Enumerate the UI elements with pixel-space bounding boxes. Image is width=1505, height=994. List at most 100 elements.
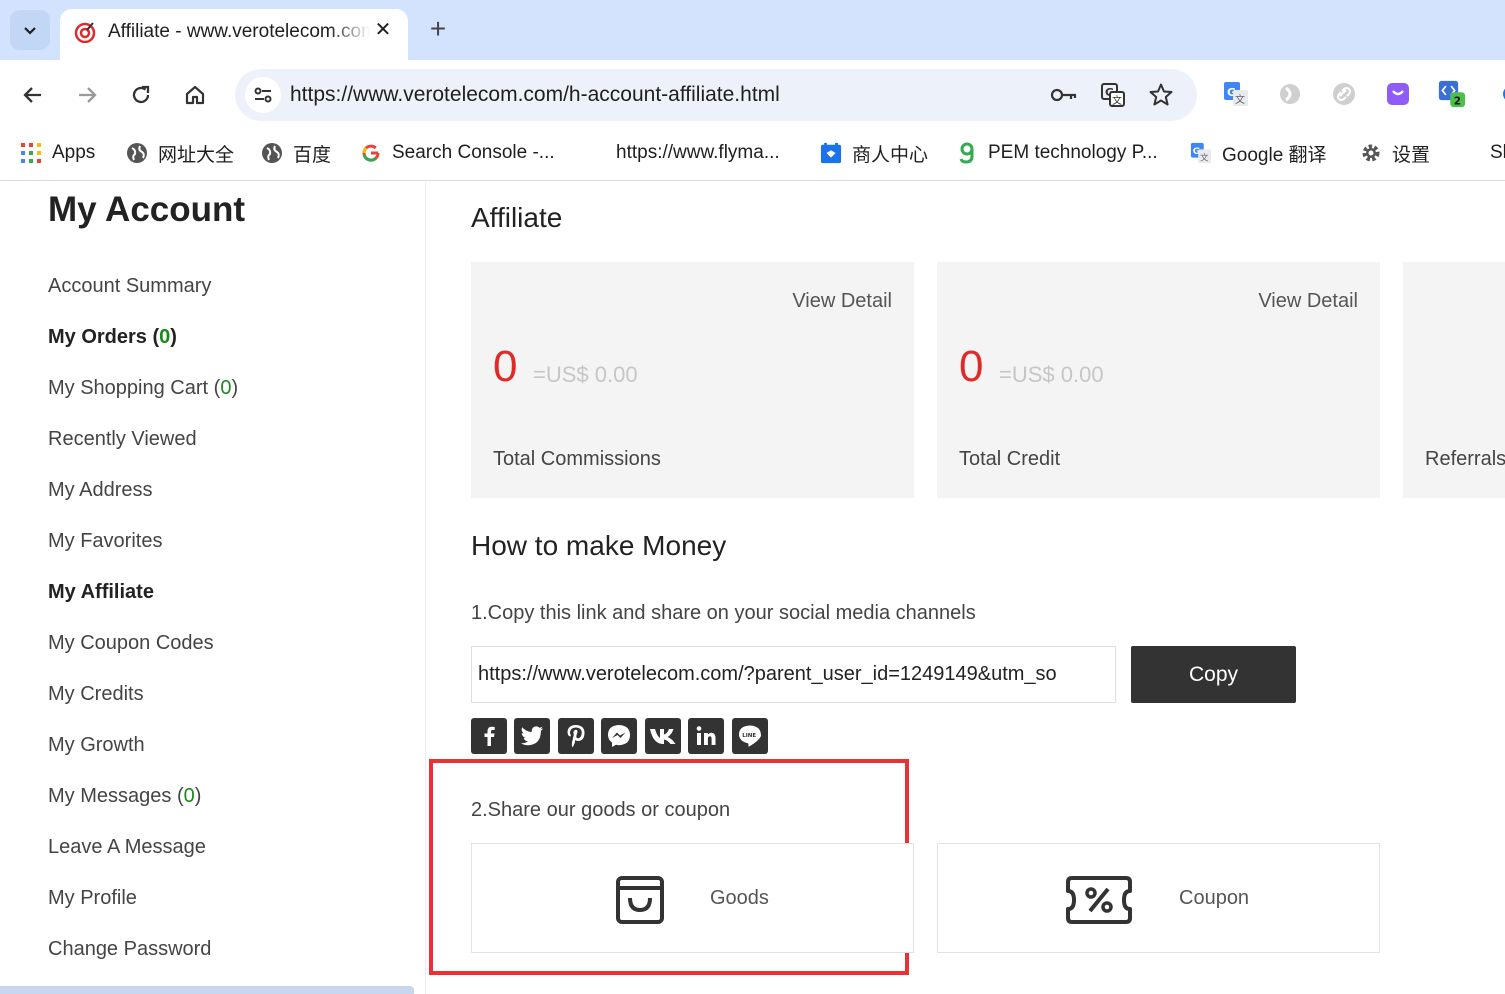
password-key-icon[interactable] [1050, 81, 1078, 109]
url-text[interactable]: https://www.verotelecom.com/h-account-af… [290, 83, 780, 107]
browser-toolbar: https://www.verotelecom.com/h-account-af… [0, 60, 1505, 130]
commissions-view-detail-link[interactable]: View Detail [792, 290, 892, 313]
copy-button[interactable]: Copy [1131, 646, 1296, 703]
bookmark-google-translate[interactable]: G文 Google 翻译 [1190, 140, 1327, 166]
share-coupon-card[interactable]: Coupon [937, 843, 1380, 953]
forward-arrow-icon [79, 87, 97, 103]
orders-count: 0 [159, 326, 171, 348]
reload-icon [132, 85, 150, 104]
merchant-icon [820, 142, 842, 164]
extension-partial-icon[interactable] [1492, 80, 1505, 108]
messenger-icon [608, 725, 630, 747]
home-icon [185, 85, 205, 105]
bookmark-search-console[interactable]: Search Console -... [360, 140, 555, 166]
bookmark-star-icon[interactable] [1147, 81, 1175, 109]
sidebar-item-my-affiliate[interactable]: My Affiliate [48, 580, 154, 604]
sidebar-item-my-growth[interactable]: My Growth [48, 733, 145, 757]
twitter-icon [521, 726, 543, 746]
bookmark-baidu[interactable]: 百度 [261, 140, 331, 166]
reload-button[interactable] [124, 78, 158, 112]
how-to-make-money-title: How to make Money [471, 530, 727, 561]
account-sidebar: My Account Account Summary My Orders (0)… [0, 182, 426, 994]
sidebar-item-my-address[interactable]: My Address [48, 478, 152, 502]
sidebar-item-my-favorites[interactable]: My Favorites [48, 529, 162, 553]
svg-text:文: 文 [1235, 93, 1245, 106]
sidebar-item-shopping-cart[interactable]: My Shopping Cart (0) [48, 376, 238, 400]
home-button[interactable] [178, 78, 212, 112]
site-info-button[interactable] [245, 77, 281, 113]
share-pinterest-button[interactable] [558, 718, 594, 754]
linkedin-icon [696, 726, 716, 745]
svg-text:LINE: LINE [742, 733, 756, 739]
bookmark-label: Google 翻译 [1222, 144, 1327, 166]
credit-view-detail-link[interactable]: View Detail [1258, 290, 1358, 313]
tab-search-button[interactable] [10, 10, 50, 50]
share-facebook-button[interactable] [471, 718, 507, 754]
chevron-down-icon [24, 27, 36, 35]
sidebar-item-recently-viewed[interactable]: Recently Viewed [48, 427, 197, 451]
sidebar-item-label: Account Summary [48, 275, 212, 297]
extension-badge-count: 2 [1454, 96, 1461, 108]
back-button[interactable] [16, 78, 50, 112]
svg-text:文: 文 [1200, 152, 1208, 162]
referrals-label: Referrals [1425, 448, 1505, 470]
sidebar-title: My Account [48, 190, 246, 229]
coupon-label: Coupon [1179, 887, 1250, 909]
bookmark-merchant-center[interactable]: 商人中心 [820, 140, 928, 166]
bookmark-pem-technology[interactable]: PEM technology P... [956, 140, 1158, 166]
share-goods-card[interactable]: Goods [471, 843, 914, 953]
coupon-ticket-icon [1062, 872, 1136, 928]
apps-grid-icon [20, 142, 42, 164]
affiliate-main: Affiliate View Detail 0 =US$ 0.00 Total … [427, 182, 1505, 994]
sidebar-item-my-messages[interactable]: My Messages (0) [48, 784, 201, 808]
facebook-icon [484, 726, 495, 746]
sidebar-item-label: My Coupon Codes [48, 632, 214, 654]
address-bar[interactable]: https://www.verotelecom.com/h-account-af… [235, 69, 1197, 121]
sidebar-item-leave-message[interactable]: Leave A Message [48, 835, 206, 859]
commissions-value: 0 [493, 342, 518, 391]
bookmark-overflow[interactable]: Sl [1490, 140, 1505, 166]
share-line-button[interactable]: LINE [732, 718, 768, 754]
tab-strip: Affiliate - www.verotelecom.com ✕ + [0, 0, 1505, 60]
extension-code-icon[interactable]: 2 [1438, 80, 1466, 108]
share-linkedin-button[interactable] [688, 718, 724, 754]
sidebar-item-coupon-codes[interactable]: My Coupon Codes [48, 631, 214, 655]
extension-grey-icon[interactable] [1276, 80, 1304, 108]
new-tab-button[interactable]: + [422, 14, 454, 46]
bookmark-flyma[interactable]: https://www.flyma... [616, 140, 780, 166]
extension-shopping-bag-icon[interactable] [1384, 80, 1412, 108]
forward-button[interactable] [70, 78, 104, 112]
sidebar-item-label: My Favorites [48, 530, 163, 552]
extension-link-icon[interactable] [1330, 80, 1358, 108]
sidebar-bottom-bar [0, 986, 414, 994]
sidebar-item-label: My Orders [48, 326, 153, 348]
sidebar-item-label: Leave A Message [48, 836, 206, 858]
share-twitter-button[interactable] [514, 718, 550, 754]
share-link-input[interactable] [471, 646, 1116, 703]
bookmark-apps[interactable]: Apps [20, 140, 95, 166]
vk-icon [650, 729, 676, 744]
sidebar-item-account-summary[interactable]: Account Summary [48, 274, 211, 298]
sidebar-item-label: Change Password [48, 938, 212, 960]
tab-close-icon[interactable]: ✕ [370, 17, 396, 43]
sidebar-item-my-orders[interactable]: My Orders (0) [48, 325, 177, 349]
bookmark-wangzhi[interactable]: 网址大全 [126, 140, 234, 166]
step2-text: 2.Share our goods or coupon [471, 799, 731, 821]
share-messenger-button[interactable] [601, 718, 637, 754]
commissions-label: Total Commissions [493, 448, 661, 470]
messages-count: 0 [183, 785, 195, 807]
sidebar-item-change-password[interactable]: Change Password [48, 937, 211, 961]
sidebar-item-my-profile[interactable]: My Profile [48, 886, 137, 910]
active-tab[interactable]: Affiliate - www.verotelecom.com ✕ [60, 9, 408, 60]
site-favicon-icon [74, 22, 96, 43]
share-vk-button[interactable] [645, 718, 681, 754]
bookmark-label: PEM technology P... [988, 142, 1158, 163]
sidebar-item-my-credits[interactable]: My Credits [48, 682, 144, 706]
translate-page-icon[interactable]: G文 [1099, 81, 1127, 109]
google-translate-extension-icon[interactable]: G文 [1222, 80, 1250, 108]
tab-title-fade [330, 17, 370, 47]
sidebar-item-label: My Messages [48, 785, 177, 807]
bookmark-settings[interactable]: 设置 [1360, 140, 1430, 166]
bookmarks-bar: Apps 网址大全 百度 Search Console -... https:/… [0, 130, 1505, 181]
back-arrow-icon [23, 87, 41, 103]
